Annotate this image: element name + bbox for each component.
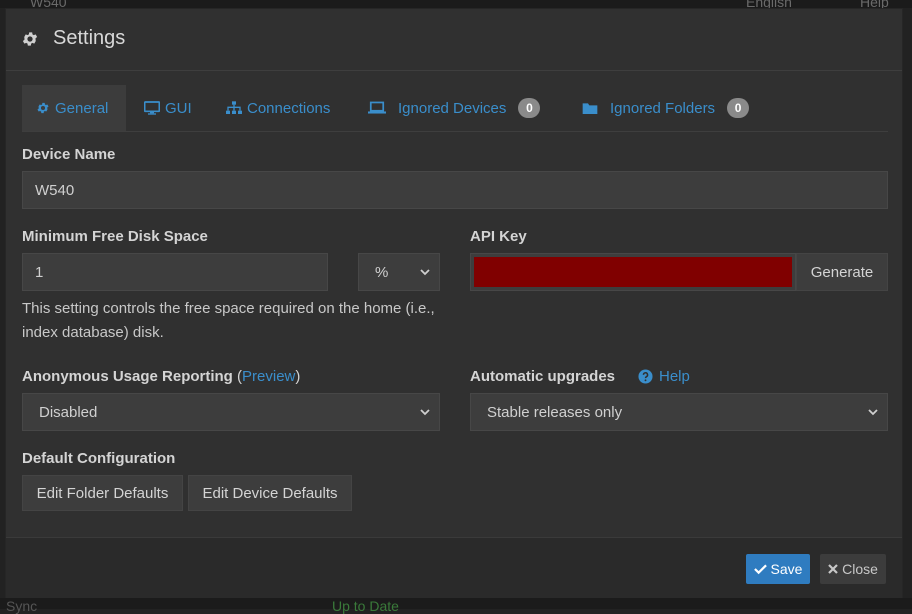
upgrades-help-label: Help	[659, 368, 690, 385]
usage-reporting-label-text: Anonymous Usage Reporting	[22, 368, 233, 385]
folder-icon	[582, 103, 598, 114]
check-icon	[753, 564, 767, 575]
tab-general-label: General	[55, 99, 109, 117]
upgrades-help-link[interactable]: Help	[638, 368, 690, 385]
laptop-icon	[368, 101, 386, 114]
usage-reporting-value: Disabled	[39, 403, 98, 421]
chevron-down-icon	[420, 269, 430, 276]
tab-ignored-folders-label: Ignored Folders	[610, 99, 716, 117]
automatic-upgrades-select[interactable]: Stable releases only	[470, 393, 888, 431]
min-disk-space-help: This setting controls the free space req…	[22, 300, 435, 341]
automatic-upgrades-value: Stable releases only	[487, 403, 623, 421]
close-button-label: Close	[842, 561, 878, 577]
device-name-label: Device Name	[22, 146, 116, 163]
default-configuration-label: Default Configuration	[22, 450, 176, 467]
save-button[interactable]: Save	[746, 554, 810, 584]
close-icon	[828, 564, 838, 574]
close-button[interactable]: Close	[820, 554, 886, 584]
settings-tabs: General GUI Connections Ignored Devices …	[22, 85, 888, 132]
api-key-label: API Key	[470, 228, 527, 245]
gear-icon	[37, 102, 49, 114]
usage-preview-link[interactable]: Preview	[242, 368, 295, 385]
background-sync-label: Sync	[6, 598, 38, 614]
settings-modal: Settings General GUI Connections Ignored…	[5, 8, 903, 598]
background-page-bottom	[0, 598, 912, 609]
usage-reporting-label: Anonymous Usage Reporting (Preview)	[22, 368, 300, 385]
min-disk-space-label: Minimum Free Disk Space	[22, 228, 208, 245]
tab-connections[interactable]: Connections	[212, 85, 344, 131]
min-disk-space-input[interactable]: 1	[22, 253, 328, 291]
tab-ignored-folders[interactable]: Ignored Folders 0	[568, 85, 763, 131]
monitor-icon	[144, 101, 160, 115]
modal-header: Settings	[6, 9, 902, 71]
usage-reporting-select[interactable]: Disabled	[22, 393, 440, 431]
ignored-folders-count-badge: 0	[727, 98, 750, 118]
api-key-redacted-value	[474, 257, 792, 287]
save-button-label: Save	[770, 561, 803, 577]
api-key-input[interactable]	[470, 253, 796, 291]
gear-icon	[22, 32, 38, 46]
background-status: Up to Date	[332, 598, 399, 614]
device-name-value: W540	[35, 181, 75, 199]
tab-gui[interactable]: GUI	[130, 85, 206, 131]
chevron-down-icon	[868, 409, 878, 416]
modal-title: Settings	[53, 27, 126, 49]
device-name-input[interactable]: W540	[22, 171, 888, 209]
tab-gui-label: GUI	[165, 99, 192, 117]
edit-device-defaults-button[interactable]: Edit Device Defaults	[188, 475, 352, 511]
question-circle-icon	[638, 369, 653, 384]
unit-select-value: %	[375, 263, 389, 281]
tab-connections-label: Connections	[247, 99, 331, 117]
generate-api-key-button[interactable]: Generate	[796, 253, 888, 291]
automatic-upgrades-label: Automatic upgrades	[470, 368, 616, 385]
tab-ignored-devices[interactable]: Ignored Devices 0	[354, 85, 554, 131]
preview-close-paren: )	[295, 368, 301, 385]
edit-folder-defaults-button[interactable]: Edit Folder Defaults	[22, 475, 183, 511]
ignored-devices-count-badge: 0	[518, 98, 541, 118]
modal-footer: Save Close	[6, 537, 902, 598]
min-disk-space-unit-select[interactable]: %	[358, 253, 440, 291]
sitemap-icon	[226, 101, 242, 114]
tab-ignored-devices-label: Ignored Devices	[398, 99, 507, 117]
tab-general[interactable]: General	[22, 85, 126, 131]
chevron-down-icon	[420, 409, 430, 416]
min-disk-space-value: 1	[35, 263, 44, 281]
